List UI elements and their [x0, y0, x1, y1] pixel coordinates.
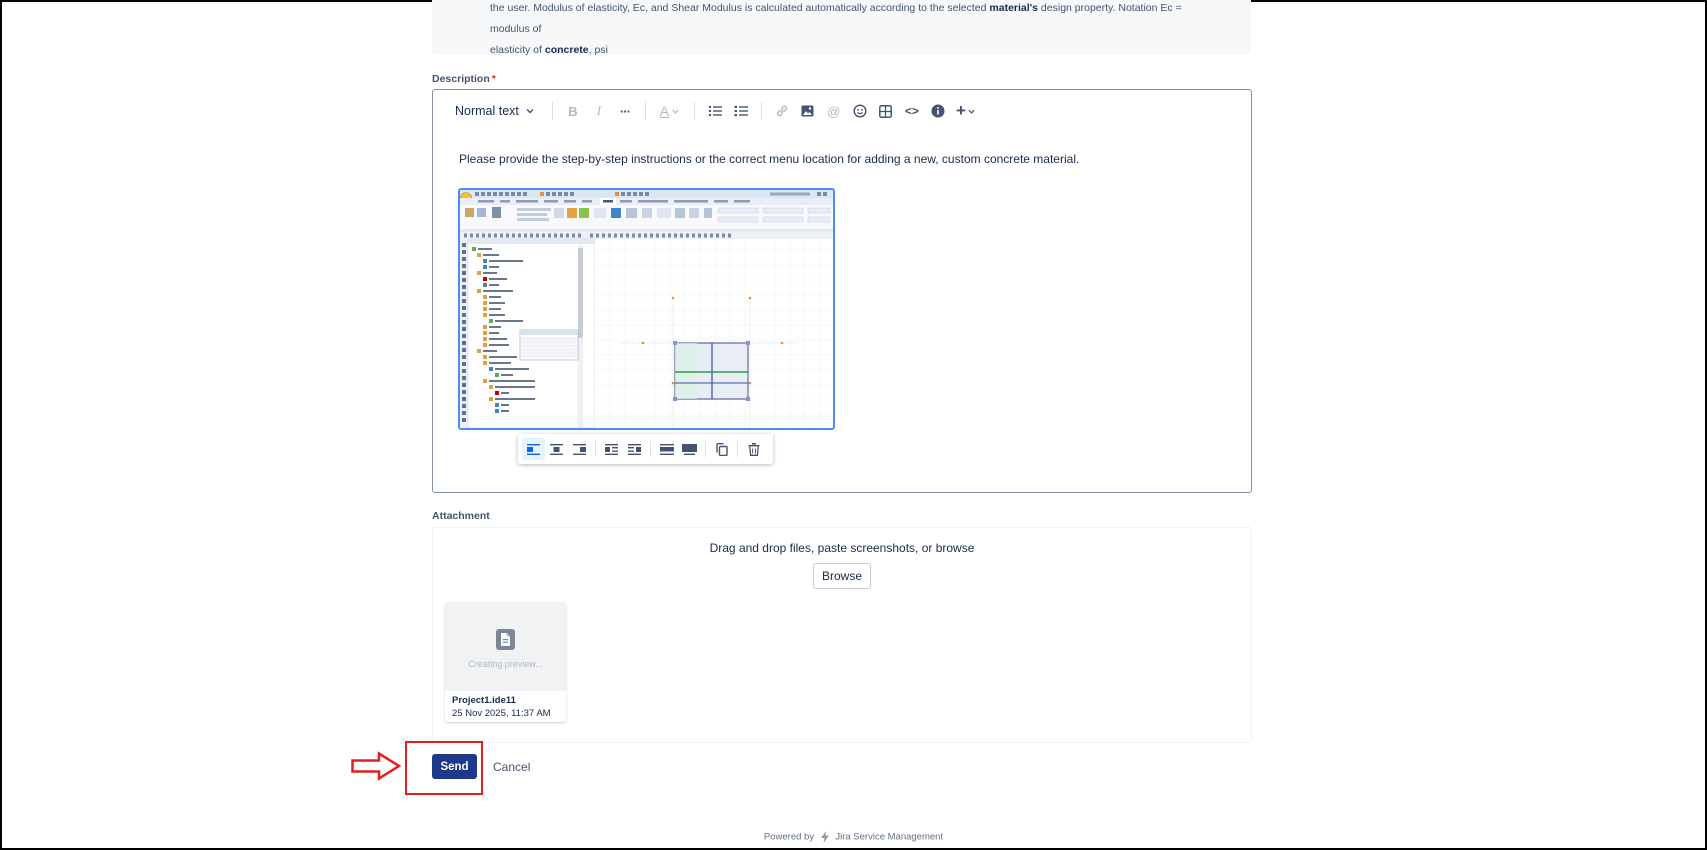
- align-left-icon: [527, 443, 540, 455]
- file-name: Project1.ide11: [452, 695, 516, 706]
- text-color-button[interactable]: A: [653, 97, 687, 125]
- required-marker: *: [491, 73, 496, 85]
- copy-button[interactable]: [710, 438, 733, 460]
- description-editor[interactable]: Normal text B I ··· A @ <> + Please prov…: [432, 89, 1252, 493]
- toolbar-divider: [705, 441, 706, 457]
- insert-more-button[interactable]: +: [951, 97, 981, 125]
- toolbar-divider: [760, 102, 762, 120]
- width-full-button[interactable]: [678, 438, 701, 460]
- file-icon: [496, 629, 515, 650]
- emoji-icon: [853, 104, 867, 118]
- arrow-right-icon: [351, 751, 402, 781]
- link-icon: [776, 105, 787, 117]
- embedded-screenshot-image[interactable]: [458, 188, 835, 430]
- toolbar-divider: [737, 441, 738, 457]
- toolbar-divider: [595, 441, 596, 457]
- attachment-file-card[interactable]: Creating preview... Project1.ide11 25 No…: [445, 602, 566, 722]
- jira-logo-icon: [820, 831, 829, 843]
- wrap-right-icon: [628, 443, 641, 455]
- cancel-button[interactable]: Cancel: [493, 760, 530, 774]
- align-right-button[interactable]: [568, 438, 591, 460]
- width-full-icon: [682, 443, 697, 455]
- browse-button[interactable]: Browse: [813, 563, 871, 589]
- code-block-button[interactable]: <>: [899, 97, 925, 125]
- jira-service-management-text[interactable]: Jira Service Management: [835, 832, 943, 843]
- align-left-button[interactable]: [522, 438, 545, 460]
- toolbar-divider: [551, 102, 553, 120]
- bullet-list-icon: [708, 105, 722, 117]
- description-label: Description *: [432, 73, 496, 85]
- powered-by-text: Powered by: [763, 831, 815, 843]
- align-center-button[interactable]: [545, 438, 568, 460]
- info-icon: [931, 104, 945, 118]
- copy-icon: [715, 442, 728, 456]
- image-options-toolbar: [518, 434, 773, 464]
- wrap-left-button[interactable]: [600, 438, 623, 460]
- field-help-text: the user. Modulus of elasticity, Ec, and…: [490, 2, 1182, 56]
- numbered-list-icon: [734, 105, 748, 117]
- more-formatting-button[interactable]: ···: [612, 97, 638, 125]
- width-wide-icon: [659, 443, 674, 455]
- table-icon: [879, 104, 893, 118]
- align-center-icon: [550, 443, 563, 455]
- attachment-dropzone[interactable]: Drag and drop files, paste screenshots, …: [432, 527, 1252, 743]
- file-preview-area: Creating preview...: [445, 602, 566, 691]
- insert-table-button[interactable]: [873, 97, 899, 125]
- chevron-down-icon: [672, 109, 679, 114]
- attachment-label: Attachment: [432, 510, 490, 522]
- emoji-button[interactable]: [847, 97, 873, 125]
- text-style-label: Normal text: [455, 104, 519, 118]
- embedded-app-screenshot-graphic: [460, 190, 833, 428]
- dropzone-instructions: Drag and drop files, paste screenshots, …: [709, 541, 975, 555]
- preview-status-text: Creating preview...: [468, 659, 543, 669]
- toolbar-divider: [650, 441, 651, 457]
- image-icon: [801, 105, 814, 117]
- plus-icon: +: [955, 101, 966, 120]
- text-style-dropdown[interactable]: Normal text: [447, 97, 545, 125]
- editor-toolbar: Normal text B I ··· A @ <> +: [447, 96, 981, 126]
- delete-image-button[interactable]: [742, 438, 765, 460]
- file-date: 25 Nov 2025, 11:37 AM: [452, 708, 551, 719]
- bullet-list-button[interactable]: [702, 97, 728, 125]
- insert-image-button[interactable]: [795, 97, 821, 125]
- toolbar-divider: [644, 102, 646, 120]
- powered-by-footer: Powered by Jira Service Management: [0, 831, 1707, 843]
- toolbar-divider: [693, 102, 695, 120]
- info-panel-button[interactable]: [925, 97, 951, 125]
- link-button[interactable]: [769, 97, 795, 125]
- wrap-right-button[interactable]: [623, 438, 646, 460]
- trash-icon: [748, 442, 759, 456]
- align-right-icon: [573, 443, 586, 455]
- width-wide-button[interactable]: [655, 438, 678, 460]
- italic-button[interactable]: I: [586, 97, 612, 125]
- chevron-down-icon: [526, 109, 534, 114]
- numbered-list-button[interactable]: [728, 97, 754, 125]
- send-button[interactable]: Send: [432, 754, 477, 779]
- chevron-down-icon: [968, 109, 975, 114]
- wrap-left-icon: [605, 443, 618, 455]
- bold-button[interactable]: B: [560, 97, 586, 125]
- mention-button[interactable]: @: [821, 97, 847, 125]
- text-color-glyph: A: [659, 103, 670, 119]
- description-body-text: Please provide the step-by-step instruct…: [459, 152, 1080, 166]
